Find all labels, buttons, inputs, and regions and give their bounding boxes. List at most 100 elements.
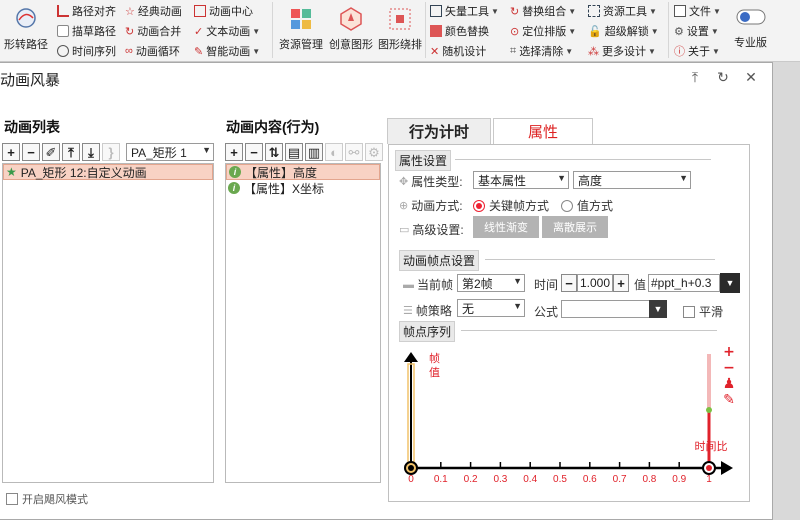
random-design-button[interactable]: ✕ 随机设计 xyxy=(430,43,486,59)
shape-wrap-button[interactable]: 图形绕排 xyxy=(378,6,422,52)
tab-timing[interactable]: 行为计时 xyxy=(387,118,491,144)
frame-icon: ▬ xyxy=(403,278,414,291)
smooth-label: 平滑 xyxy=(699,305,724,319)
ribbon-separator xyxy=(425,2,426,58)
smart-anim-button[interactable]: ✎ 智能动画 ▼ xyxy=(194,43,260,59)
pro-edition-toggle[interactable]: 专业版 xyxy=(734,8,767,50)
about-menu-button[interactable]: ⓘ 关于 ▼ xyxy=(674,43,720,59)
move-icon: ✥ xyxy=(399,176,409,188)
file-menu-button[interactable]: 文件 ▼ xyxy=(674,3,721,19)
time-sequence-button[interactable]: 时间序列 xyxy=(57,43,116,59)
list-item[interactable]: i 【属性】X坐标 xyxy=(226,180,380,196)
value-input[interactable]: #ppt_h+0.3 xyxy=(648,274,720,292)
remove-keyframe-icon[interactable]: − xyxy=(723,360,735,376)
anim-list[interactable]: ★ PA_矩形 12:自定义动画 xyxy=(2,163,214,483)
edit-keyframe-icon[interactable]: ✎ xyxy=(723,392,735,408)
refresh-icon[interactable]: ↻ xyxy=(714,69,732,86)
resource-manage-button[interactable]: 资源管理 xyxy=(279,6,323,52)
info-icon: ⓘ xyxy=(674,46,685,58)
linear-gradient-button[interactable]: 线性渐变 xyxy=(473,216,539,238)
x-tick-label: 1 xyxy=(706,474,712,485)
add-anim-button[interactable]: + xyxy=(2,143,20,161)
position-layout-button[interactable]: ⊙ 定位排版 ▼ xyxy=(510,23,576,39)
move-top-button[interactable]: ⤒ xyxy=(62,143,80,161)
value-dropdown-button[interactable]: ▼ xyxy=(720,273,740,293)
pin-keyframe-icon[interactable]: ♟ xyxy=(723,376,736,392)
shape-select-value: PA_矩形 1 xyxy=(131,145,187,160)
keyframe-chart[interactable]: 0 0.1 0.2 0.3 0.4 0.5 0.6 0.7 0.8 0.9 1 帧值时间比 +−♟✎ xyxy=(396,340,742,488)
anim-merge-button[interactable]: ↻ 动画合并 xyxy=(125,23,181,39)
pro-edition-label: 专业版 xyxy=(734,37,767,49)
brush-icon[interactable]: ✐ xyxy=(42,143,60,161)
more-icon: ⁂ xyxy=(588,45,599,58)
text-anim-button[interactable]: ✓ 文本动画 ▼ xyxy=(194,23,260,39)
grid-icon xyxy=(588,5,600,17)
super-unlock-button[interactable]: 🔓 超级解锁 ▼ xyxy=(588,23,659,39)
checkbox-box[interactable] xyxy=(683,305,695,318)
frame-strategy-select[interactable]: 无 ▼ xyxy=(457,299,525,317)
time-decrement-button[interactable]: − xyxy=(561,274,577,292)
close-icon[interactable]: ✕ xyxy=(742,69,760,86)
move-bottom-button[interactable]: ⤓ xyxy=(82,143,100,161)
prop-type-label: 属性类型: xyxy=(411,175,463,189)
radio-selected[interactable] xyxy=(473,199,485,212)
remove-behavior-button[interactable]: − xyxy=(245,143,263,161)
anim-loop-button[interactable]: ∞ 动画循环 xyxy=(125,43,180,59)
time-increment-button[interactable]: + xyxy=(613,274,629,292)
path-align-button[interactable]: 路径对齐 xyxy=(57,3,116,19)
pin-top-icon[interactable]: ⤒ xyxy=(686,69,704,86)
shape-select[interactable]: PA_矩形 1 ▼ xyxy=(126,143,214,161)
replace-group-button[interactable]: ↻ 替换组合 ▼ xyxy=(510,3,576,19)
more-design-button[interactable]: ⁂ 更多设计 ▼ xyxy=(588,43,656,59)
select-clear-button[interactable]: ⌗ 选择清除 ▼ xyxy=(510,43,573,59)
sketch-path-button[interactable]: 描草路径 xyxy=(57,23,116,39)
shuffle-icon: ✕ xyxy=(430,45,440,58)
add-keyframe-icon[interactable]: + xyxy=(723,344,735,360)
discrete-show-button[interactable]: 离散展示 xyxy=(542,216,608,238)
value-mode-radio[interactable]: 值方式 xyxy=(561,197,613,214)
replace-group-label: 替换组合 xyxy=(522,6,567,18)
color-replace-button[interactable]: 颜色替换 xyxy=(430,23,489,39)
loop-icon: ∞ xyxy=(125,45,133,57)
frame-strategy-value: 无 xyxy=(462,301,475,316)
time-input[interactable]: 1.000 xyxy=(577,274,613,292)
add-behavior-button[interactable]: + xyxy=(225,143,243,161)
current-frame-select[interactable]: 第2帧 ▼ xyxy=(457,274,525,292)
storm-mode-checkbox[interactable]: 开启飓风模式 xyxy=(6,491,88,507)
ribbon-separator xyxy=(668,2,669,58)
prop-name-value: 高度 xyxy=(578,173,603,188)
keyframe-mode-radio[interactable]: 关键帧方式 xyxy=(473,197,549,214)
anim-center-label: 动画中心 xyxy=(209,6,253,18)
checkbox-box[interactable] xyxy=(6,493,18,505)
tab-properties[interactable]: 属性 xyxy=(493,118,593,144)
smooth-checkbox[interactable]: 平滑 xyxy=(683,303,723,320)
advanced-row: ▭ 高级设置: xyxy=(399,221,464,238)
chevron-down-icon: ▼ xyxy=(513,301,522,311)
creative-shape-label: 创意图形 xyxy=(329,39,373,51)
shape-to-path-button[interactable]: 形转路径 xyxy=(4,6,48,52)
remove-anim-button[interactable]: − xyxy=(22,143,40,161)
copy-icon[interactable]: ▤ xyxy=(285,143,303,161)
anim-content-list[interactable]: i 【属性】高度 i 【属性】X坐标 xyxy=(225,163,381,483)
anim-center-icon xyxy=(194,5,206,17)
anim-loop-label: 动画循环 xyxy=(135,46,180,58)
list-item[interactable]: i 【属性】高度 xyxy=(226,164,380,180)
radio-unselected[interactable] xyxy=(561,199,573,212)
classic-anim-button[interactable]: ☆ 经典动画 xyxy=(125,3,182,19)
vector-tools-button[interactable]: 矢量工具 ▼ xyxy=(430,3,499,19)
formula-dropdown-button[interactable]: ▼ xyxy=(649,300,667,318)
super-unlock-label: 超级解锁 xyxy=(604,26,649,38)
time-label: 时间 xyxy=(534,278,559,292)
prop-name-select[interactable]: 高度 ▼ xyxy=(573,171,691,189)
anim-center-button[interactable]: 动画中心 xyxy=(194,3,253,19)
chevron-down-icon: ▼ xyxy=(557,173,566,183)
paste-icon[interactable]: ▥ xyxy=(305,143,323,161)
prop-type-select[interactable]: 基本属性 ▼ xyxy=(473,171,569,189)
random-design-label: 随机设计 xyxy=(442,46,487,58)
chevron-down-icon: ▼ xyxy=(712,46,720,56)
resource-tools-button[interactable]: 资源工具 ▼ xyxy=(588,3,657,19)
reorder-icon[interactable]: ⇅ xyxy=(265,143,283,161)
settings-menu-button[interactable]: ⚙ 设置 ▼ xyxy=(674,23,719,39)
creative-shape-button[interactable]: 创意图形 xyxy=(329,6,373,52)
list-item[interactable]: ★ PA_矩形 12:自定义动画 xyxy=(3,164,213,180)
